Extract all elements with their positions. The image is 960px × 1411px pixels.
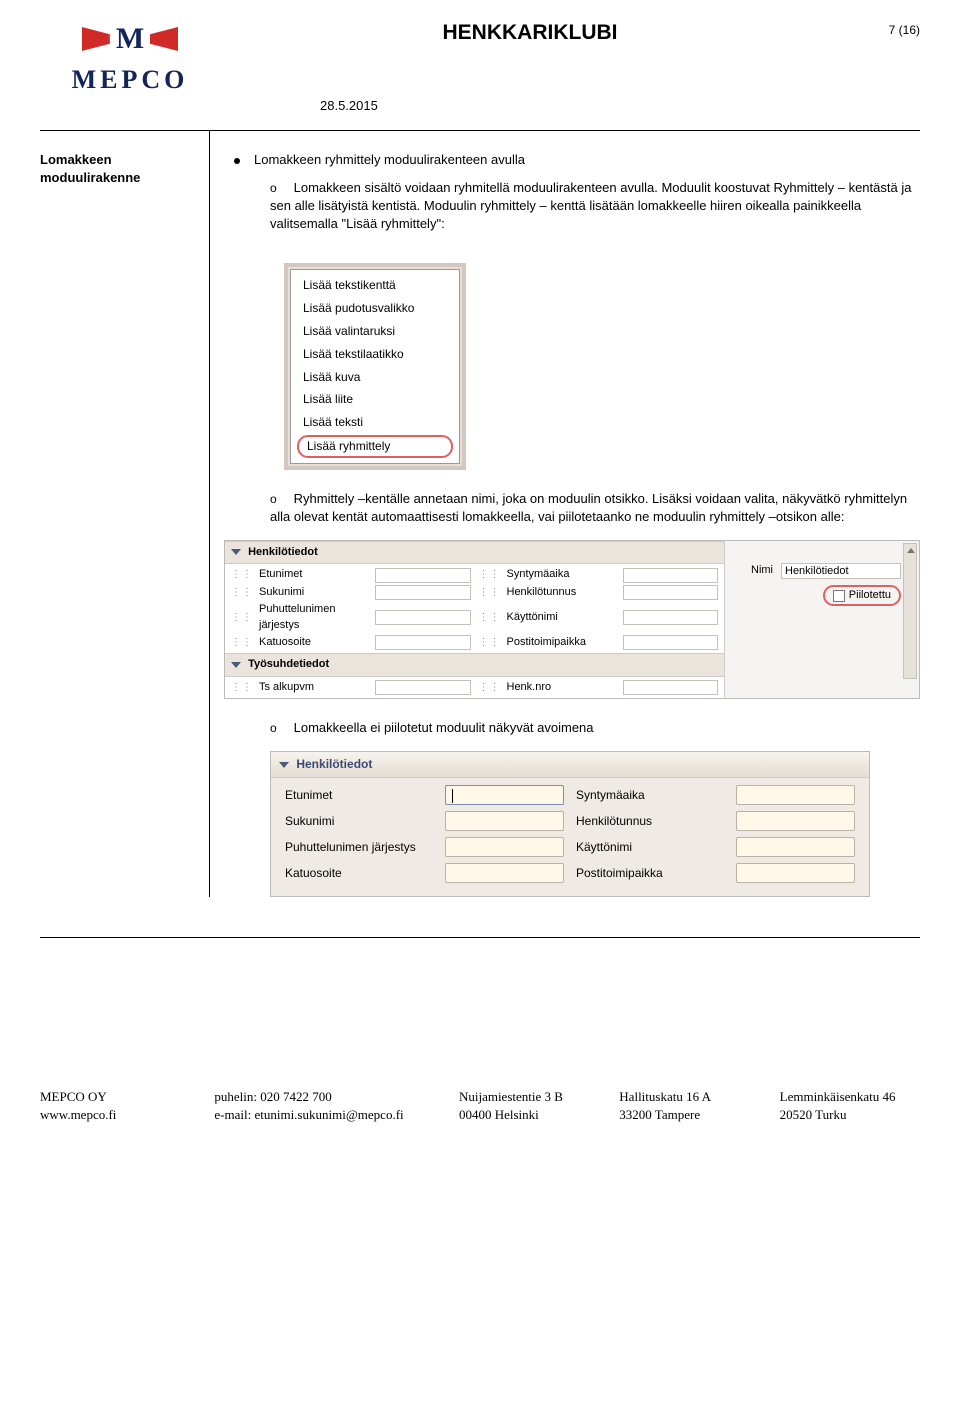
logo-brand-text: MEPCO — [40, 62, 220, 98]
footer-addr3a: Lemminkäisenkatu 46 — [780, 1088, 920, 1106]
rf-input[interactable] — [445, 837, 564, 857]
prop-piilotettu-highlight: Piilotettu — [823, 585, 901, 606]
prop-piilotettu-checkbox[interactable] — [833, 590, 845, 602]
designer-field-input[interactable] — [623, 635, 719, 650]
ctx-item[interactable]: Lisää liite — [293, 388, 457, 411]
chevron-down-icon — [279, 762, 289, 768]
prop-nimi-label: Nimi — [751, 563, 773, 578]
rf-label: Postitoimipaikka — [576, 865, 726, 882]
chevron-down-icon — [231, 549, 241, 555]
footer-website: www.mepco.fi — [40, 1106, 194, 1124]
designer-field-label: Puhuttelunimen järjestys — [259, 602, 369, 633]
designer-group-header[interactable]: Työsuhdetiedot — [225, 653, 724, 676]
rf-label: Syntymäaika — [576, 787, 726, 804]
designer-field-label: Katuosoite — [259, 635, 369, 650]
designer-field-label: Henk.nro — [507, 680, 617, 695]
footer-email: e-mail: etunimi.sukunimi@mepco.fi — [214, 1106, 439, 1124]
ctx-item[interactable]: Lisää valintaruksi — [293, 320, 457, 343]
form-designer-screenshot: Henkilötiedot ⋮⋮Etunimet ⋮⋮Syntymäaika ⋮… — [224, 540, 920, 699]
group2-title: Työsuhdetiedot — [248, 658, 329, 670]
designer-group-header[interactable]: Henkilötiedot — [225, 541, 724, 564]
prop-piilotettu-label: Piilotettu — [849, 588, 891, 603]
designer-field-label: Käyttönimi — [507, 610, 617, 625]
scrollbar[interactable] — [903, 543, 917, 679]
sidebar-heading-line1: Lomakkeen — [40, 151, 199, 169]
designer-field-input[interactable] — [623, 568, 719, 583]
footer: MEPCO OY www.mepco.fi puhelin: 020 7422 … — [40, 1088, 920, 1124]
footer-addr2b: 33200 Tampere — [619, 1106, 759, 1124]
chevron-down-icon — [231, 662, 241, 668]
ctx-item[interactable]: Lisää tekstilaatikko — [293, 343, 457, 366]
footer-addr2a: Hallituskatu 16 A — [619, 1088, 759, 1106]
designer-field-input[interactable] — [375, 585, 471, 600]
footer-addr3b: 20520 Turku — [780, 1106, 920, 1124]
logo-m-icon: M — [112, 18, 148, 60]
designer-field-label: Postitoimipaikka — [507, 635, 617, 650]
sub2-text: Ryhmittely –kentälle annetaan nimi, joka… — [270, 491, 907, 524]
rf-label: Etunimet — [285, 787, 435, 804]
sub-marker: o — [270, 720, 290, 737]
rf-input[interactable] — [736, 863, 855, 883]
designer-field-label: Syntymäaika — [507, 567, 617, 582]
designer-field-input[interactable] — [375, 568, 471, 583]
footer-addr1b: 00400 Helsinki — [459, 1106, 599, 1124]
logo-wing-right-icon — [150, 27, 178, 51]
designer-field-label: Etunimet — [259, 567, 369, 582]
ctx-item[interactable]: Lisää teksti — [293, 411, 457, 434]
rf-input[interactable] — [736, 785, 855, 805]
logo-wing-left-icon — [82, 27, 110, 51]
footer-addr1a: Nuijamiestentie 3 B — [459, 1088, 599, 1106]
rf-label: Sukunimi — [285, 813, 435, 830]
footer-phone: puhelin: 020 7422 700 — [214, 1088, 439, 1106]
rf-label: Katuosoite — [285, 865, 435, 882]
page-title: HENKKARIKLUBI — [443, 18, 618, 47]
designer-field-input[interactable] — [623, 610, 719, 625]
logo: M MEPCO — [40, 18, 220, 98]
sidebar-heading-line2: moduulirakenne — [40, 169, 199, 187]
rf-input[interactable] — [445, 785, 564, 805]
designer-field-label: Sukunimi — [259, 585, 369, 600]
rf-label: Henkilötunnus — [576, 813, 726, 830]
designer-field-label: Henkilötunnus — [507, 585, 617, 600]
designer-field-input[interactable] — [375, 610, 471, 625]
page-number: 7 (16) — [840, 18, 920, 39]
rf-input[interactable] — [445, 863, 564, 883]
rf-input[interactable] — [445, 811, 564, 831]
sub-marker: o — [270, 491, 290, 508]
rf-input[interactable] — [736, 811, 855, 831]
designer-field-input[interactable] — [623, 680, 719, 695]
designer-field-label: Ts alkupvm — [259, 680, 369, 695]
sub1-text: Lomakkeen sisältö voidaan ryhmitellä mod… — [270, 180, 911, 231]
document-date: 28.5.2015 — [220, 97, 378, 115]
rf-input[interactable] — [736, 837, 855, 857]
ctx-item[interactable]: Lisää tekstikenttä — [293, 274, 457, 297]
sub-marker: o — [270, 180, 290, 197]
result-form-title: Henkilötiedot — [296, 757, 372, 771]
sub3-text: Lomakkeella ei piilotetut moduulit näkyv… — [294, 720, 594, 735]
bullet-icon — [234, 158, 240, 164]
rf-label: Puhuttelunimen järjestys — [285, 839, 435, 856]
result-form-header[interactable]: Henkilötiedot — [271, 752, 869, 778]
rf-label: Käyttönimi — [576, 839, 726, 856]
ctx-item-highlighted[interactable]: Lisää ryhmittely — [297, 435, 453, 458]
group1-title: Henkilötiedot — [248, 546, 318, 558]
designer-field-input[interactable] — [375, 680, 471, 695]
prop-nimi-input[interactable] — [781, 563, 901, 579]
ctx-item[interactable]: Lisää pudotusvalikko — [293, 297, 457, 320]
footer-company: MEPCO OY — [40, 1088, 194, 1106]
designer-field-input[interactable] — [375, 635, 471, 650]
context-menu-screenshot: Lisää tekstikenttä Lisää pudotusvalikko … — [284, 263, 466, 469]
bullet-main-text: Lomakkeen ryhmittely moduulirakenteen av… — [254, 151, 525, 169]
result-form-screenshot: Henkilötiedot Etunimet Syntymäaika Sukun… — [270, 751, 870, 897]
designer-field-input[interactable] — [623, 585, 719, 600]
ctx-item[interactable]: Lisää kuva — [293, 366, 457, 389]
